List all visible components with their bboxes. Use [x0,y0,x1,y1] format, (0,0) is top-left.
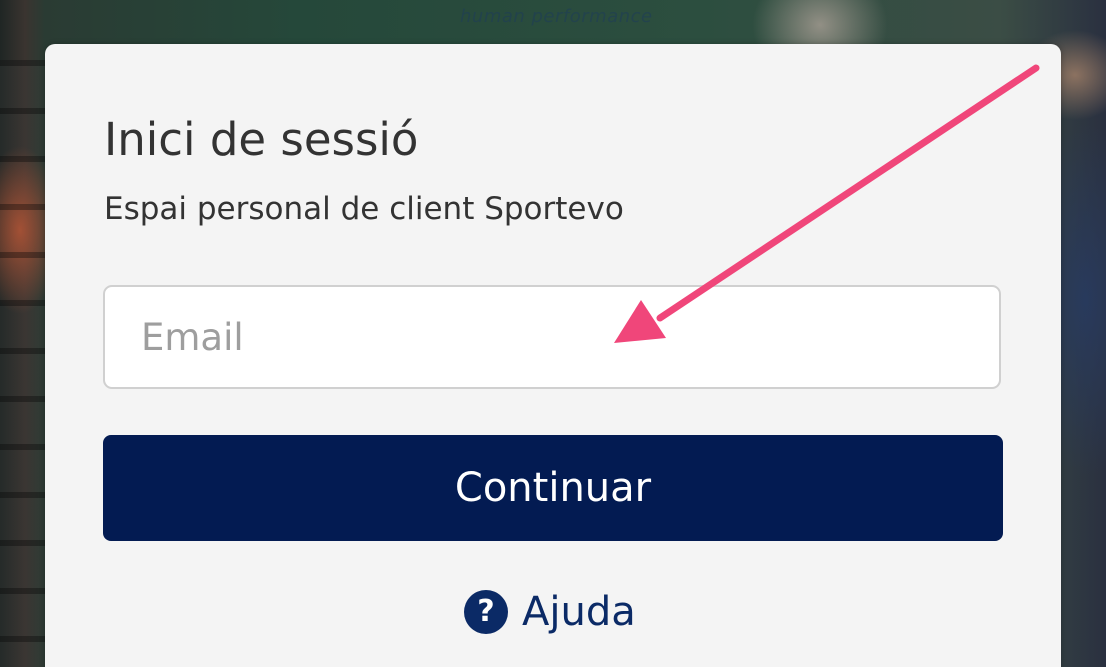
help-label: Ajuda [522,589,636,635]
background-equipment [0,60,46,667]
login-card: Inici de sessió Espai personal de client… [45,44,1061,667]
help-link[interactable]: ? Ajuda [464,589,636,635]
email-field[interactable] [103,285,1001,389]
question-circle-icon: ? [464,590,508,634]
page-subtitle: Espai personal de client Sportevo [104,191,624,227]
continue-button[interactable]: Continuar [103,435,1003,541]
login-screen: human performance Inici de sessió Espai … [0,0,1106,667]
background-brand-text: human performance [460,6,653,27]
page-title: Inici de sessió [104,113,419,166]
